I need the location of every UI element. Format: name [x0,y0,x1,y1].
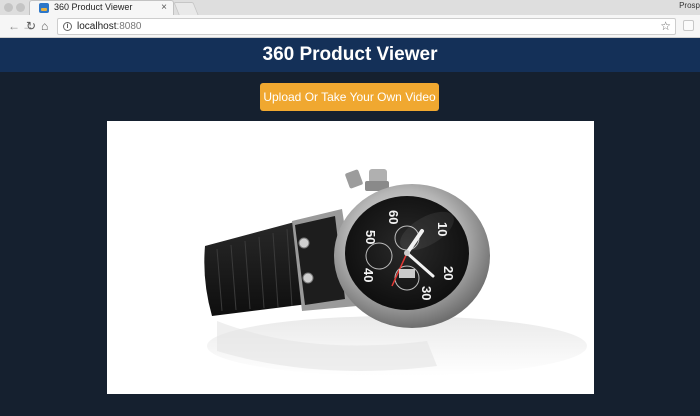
window-close-dot[interactable] [4,3,13,12]
app-header: 360 Product Viewer [0,38,700,72]
bookmark-star-icon[interactable]: ☆ [660,19,671,33]
url-port: :8080 [116,21,142,32]
watch-image: 60 50 40 30 20 10 [204,169,587,376]
page-title: 360 Product Viewer [262,44,438,65]
reload-icon[interactable]: ↻ [26,18,36,34]
dial-number-20: 20 [441,266,456,280]
tab-close-icon[interactable]: × [161,1,167,15]
window-minimize-dot[interactable] [16,3,25,12]
dial-number-40: 40 [361,268,376,282]
upload-video-button[interactable]: Upload Or Take Your Own Video [260,83,439,111]
browser-tab[interactable]: 360 Product Viewer × [29,0,174,15]
browser-toolbar: ← → ↻ ⌂ i localhost:8080 ☆ [0,15,700,38]
info-icon[interactable]: i [63,22,72,31]
dial-number-50: 50 [363,230,378,244]
address-bar[interactable]: i localhost:8080 ☆ [57,18,676,35]
dial-number-30: 30 [419,286,434,300]
favicon-icon [39,3,49,13]
profile-label[interactable]: Prosp [679,1,700,10]
dial-number-60: 60 [386,210,401,224]
new-tab-button[interactable] [173,2,199,15]
url-host: localhost [77,21,117,32]
extension-icon[interactable] [683,20,694,31]
product-viewer[interactable]: 60 50 40 30 20 10 [107,121,594,394]
url-text[interactable]: localhost:8080 [77,21,142,32]
tab-title: 360 Product Viewer [54,2,133,12]
home-icon[interactable]: ⌂ [41,18,48,34]
back-arrow-icon[interactable]: ← [8,18,20,34]
browser-tab-strip: 360 Product Viewer × Prosp [0,0,700,15]
